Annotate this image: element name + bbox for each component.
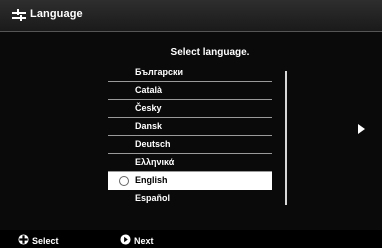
language-list: Български Català Česky Dansk Deutsch Ελλ…	[108, 64, 272, 208]
language-option-bulgarian[interactable]: Български	[108, 64, 272, 82]
next-hint[interactable]: Next	[120, 234, 180, 247]
language-option-greek[interactable]: Ελληνικά	[108, 154, 272, 172]
language-label: Ελληνικά	[135, 157, 175, 167]
language-option-danish[interactable]: Dansk	[108, 118, 272, 136]
language-label: Deutsch	[135, 139, 171, 149]
arrow-right-icon[interactable]	[358, 124, 365, 134]
page-title: Language	[30, 8, 83, 20]
language-label: Dansk	[135, 121, 163, 131]
scrollbar[interactable]	[285, 71, 287, 205]
language-label: Български	[135, 67, 184, 77]
language-label: Español	[135, 193, 171, 203]
language-label: English	[135, 175, 168, 185]
next-button-icon	[120, 234, 131, 245]
select-hint: Select	[18, 234, 78, 247]
select-label: Select	[32, 236, 59, 246]
tools-icon	[12, 9, 26, 21]
language-label: Česky	[135, 103, 162, 113]
language-option-czech[interactable]: Česky	[108, 100, 272, 118]
language-option-english[interactable]: English	[108, 172, 272, 190]
title-bar: Language	[0, 0, 382, 32]
radio-selected-icon	[119, 176, 129, 186]
language-label: Català	[135, 85, 163, 95]
language-option-catalan[interactable]: Català	[108, 82, 272, 100]
dialog-heading: Select language.	[170, 47, 250, 58]
language-option-spanish[interactable]: Español	[108, 190, 272, 208]
dpad-icon	[18, 234, 29, 245]
next-label: Next	[134, 236, 154, 246]
language-option-german[interactable]: Deutsch	[108, 136, 272, 154]
